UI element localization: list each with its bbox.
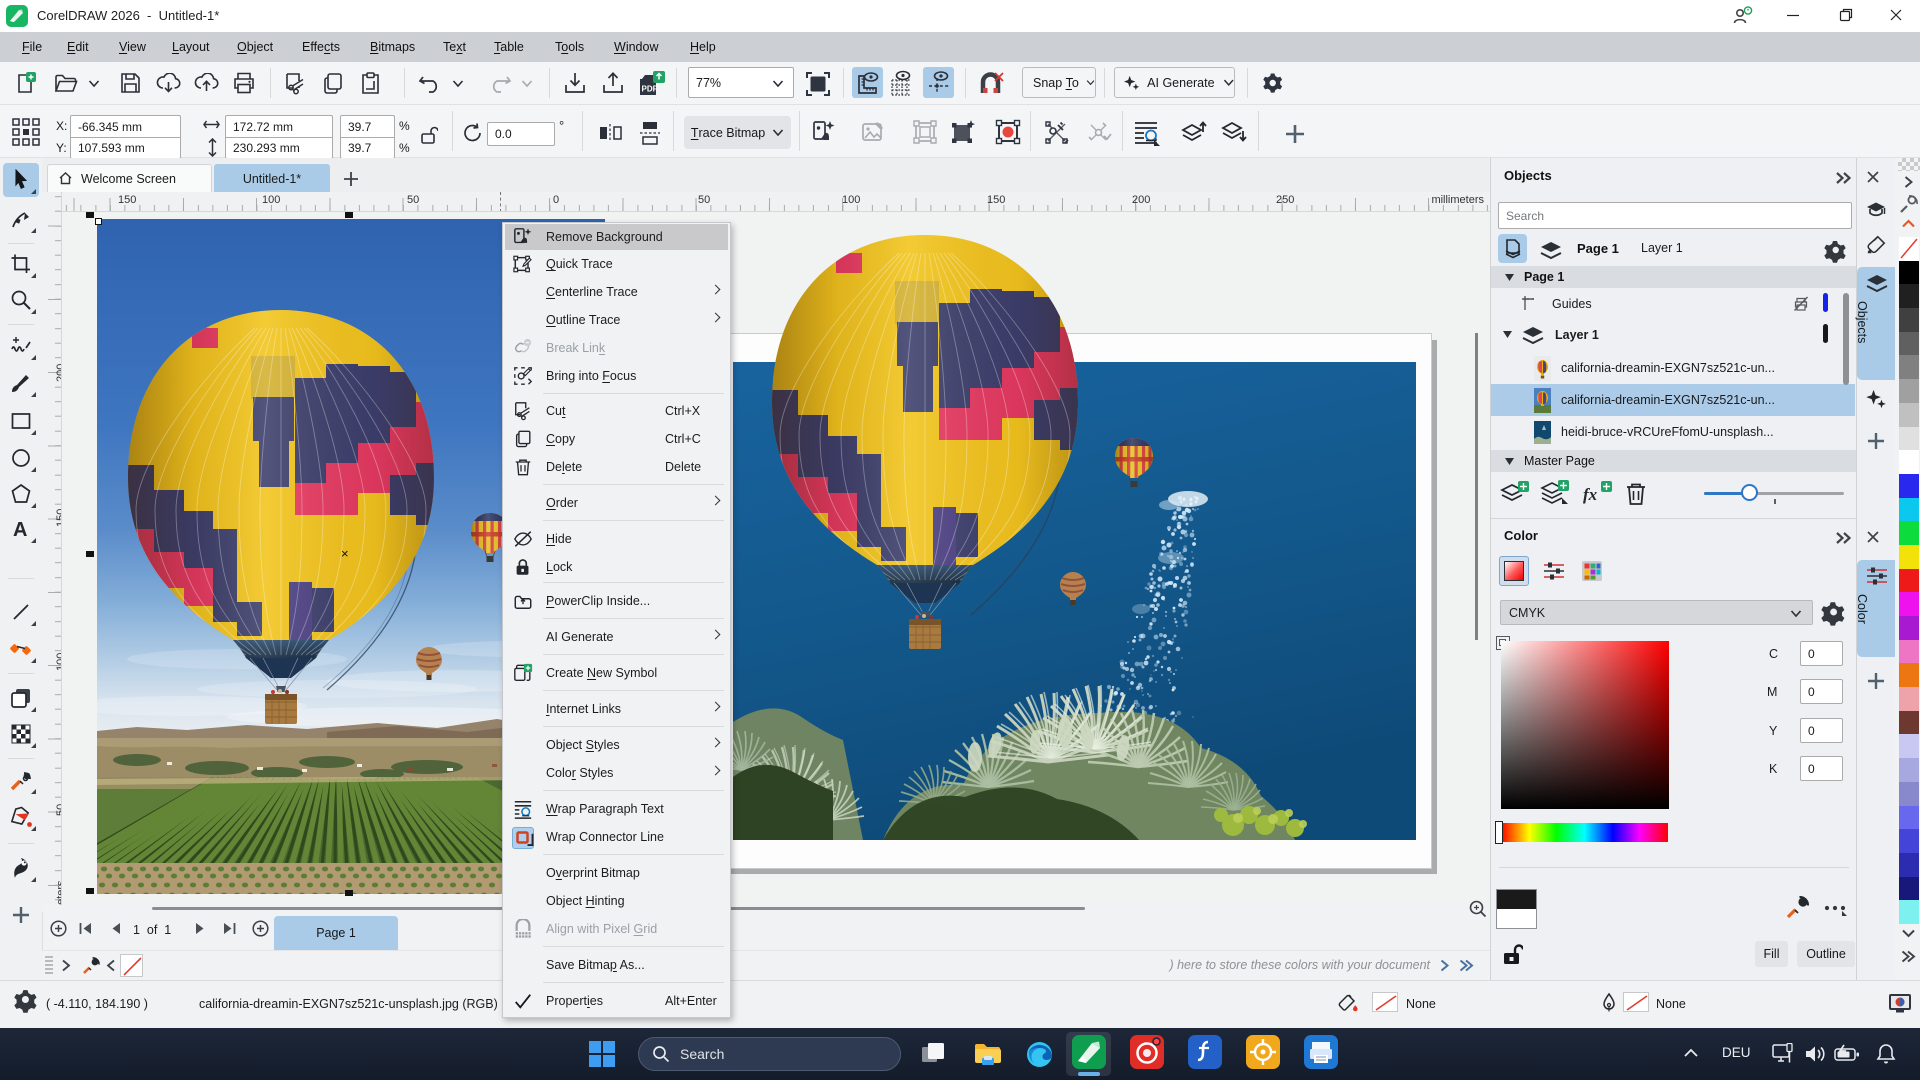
svg-text:PDF: PDF (642, 85, 658, 94)
svg-text:A: A (13, 519, 27, 540)
svg-text:fx: fx (1583, 485, 1598, 504)
